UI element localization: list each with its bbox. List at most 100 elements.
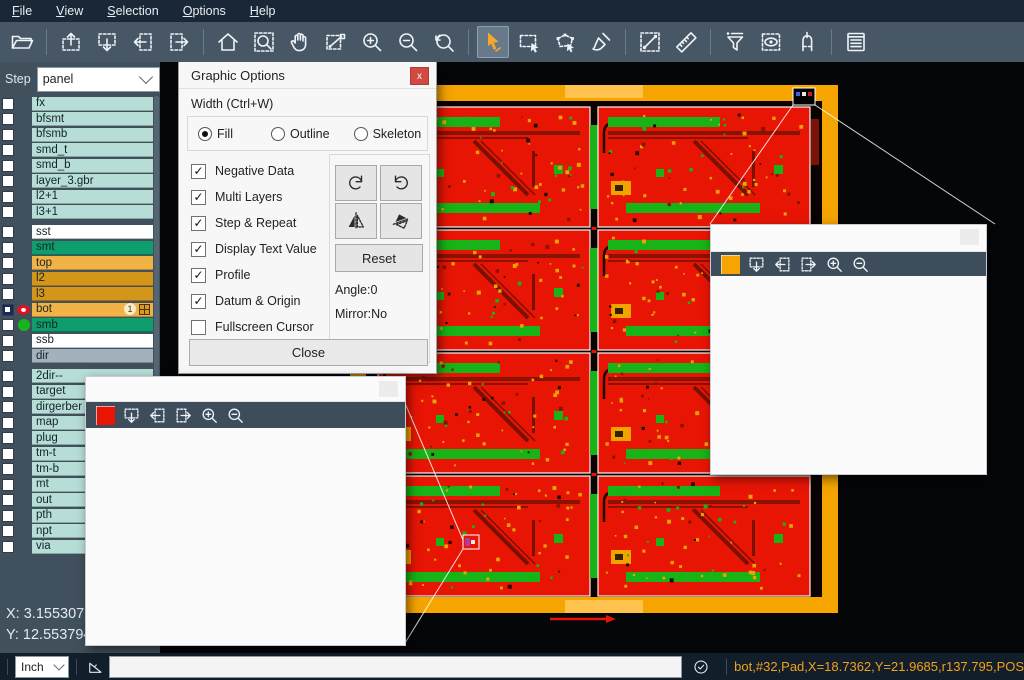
layer-checkbox[interactable] (2, 160, 14, 172)
radio-fill[interactable]: Fill (198, 127, 233, 141)
pan-right-button[interactable] (163, 26, 195, 58)
magnifier-title-bar[interactable] (711, 225, 986, 252)
layer-checkbox[interactable] (2, 525, 14, 537)
layer-row-fx[interactable]: fx (0, 96, 160, 112)
checkbox-box[interactable]: ✓ (191, 164, 206, 179)
layer-row-bot[interactable]: bot1 (0, 302, 160, 318)
layer-checkbox[interactable] (2, 335, 14, 347)
pan-up-button[interactable] (92, 404, 118, 426)
checkbox-negative-data[interactable]: ✓Negative Data (191, 158, 317, 184)
layer-checkbox[interactable] (2, 541, 14, 553)
layer-checkbox[interactable] (2, 226, 14, 238)
zoom-in-button[interactable] (196, 404, 222, 426)
layer-name-chip[interactable]: l2 (32, 272, 153, 286)
command-input[interactable] (109, 656, 682, 678)
layer-row-smb[interactable]: smb (0, 318, 160, 334)
home-button[interactable] (212, 26, 244, 58)
layer-row-smd_b[interactable]: smd_b (0, 158, 160, 174)
pan-left-button[interactable] (769, 253, 795, 275)
layer-row-smd_t[interactable]: smd_t (0, 143, 160, 159)
layer-checkbox[interactable] (2, 479, 14, 491)
pan-up-button[interactable] (717, 253, 743, 275)
layer-name-chip[interactable]: top (32, 256, 153, 270)
layer-name-chip[interactable]: ssb (32, 334, 153, 348)
apply-icon[interactable] (690, 656, 712, 678)
filter-funnel-button[interactable] (719, 26, 751, 58)
pan-down-button[interactable] (91, 26, 123, 58)
layer-checkbox[interactable] (2, 417, 14, 429)
checkbox-box[interactable]: ✓ (191, 242, 206, 257)
checkbox-fullscreen-cursor[interactable]: Fullscreen Cursor (191, 314, 317, 340)
radio-outline[interactable]: Outline (271, 127, 330, 141)
pan-left-button[interactable] (127, 26, 159, 58)
layer-name-chip[interactable]: bfsmb (32, 128, 153, 142)
angle-measure-icon[interactable] (84, 656, 106, 678)
checkbox-box[interactable]: ✓ (191, 190, 206, 205)
snap-magnet-button[interactable] (791, 26, 823, 58)
ruler-button[interactable] (670, 26, 702, 58)
checkbox-datum-origin[interactable]: ✓Datum & Origin (191, 288, 317, 314)
layer-row-l3+1[interactable]: l3+1 (0, 205, 160, 221)
layer-row-ssb[interactable]: ssb (0, 333, 160, 349)
layer-checkbox[interactable] (2, 386, 14, 398)
layer-checkbox[interactable] (2, 113, 14, 125)
layer-name-chip[interactable]: layer_3.gbr (32, 174, 153, 188)
select-polygon-button[interactable] (549, 26, 581, 58)
layer-name-chip[interactable]: smb (32, 318, 153, 332)
layer-row-dir[interactable]: dir (0, 349, 160, 365)
unit-select[interactable]: Inch (15, 656, 69, 678)
layer-checkbox[interactable] (2, 175, 14, 187)
window-menu-button[interactable] (379, 381, 398, 397)
layer-checkbox[interactable] (2, 129, 14, 141)
measure-distance-button[interactable] (634, 26, 666, 58)
zoom-out-button[interactable] (392, 26, 424, 58)
layer-checkbox[interactable] (2, 206, 14, 218)
radio-skeleton[interactable]: Skeleton (354, 127, 422, 141)
open-folder-button[interactable] (6, 26, 38, 58)
layer-checkbox[interactable] (2, 448, 14, 460)
layer-row-top[interactable]: top (0, 256, 160, 272)
select-arrow-button[interactable] (477, 26, 509, 58)
report-list-button[interactable] (840, 26, 872, 58)
magnifier-title-bar[interactable] (86, 377, 405, 402)
layer-name-chip[interactable]: smd_t (32, 143, 153, 157)
zoom-window-button[interactable] (248, 26, 280, 58)
layer-checkbox[interactable] (2, 463, 14, 475)
layer-name-chip[interactable]: fx (32, 97, 153, 111)
layer-name-chip[interactable]: l2+1 (32, 190, 153, 204)
step-select[interactable]: panel (37, 67, 160, 92)
layer-name-chip[interactable]: bot1 (32, 303, 153, 317)
layer-checkbox[interactable] (2, 304, 14, 316)
pan-down-button[interactable] (743, 253, 769, 275)
checkbox-multi-layers[interactable]: ✓Multi Layers (191, 184, 317, 210)
layer-checkbox[interactable] (2, 144, 14, 156)
zoom-in-button[interactable] (356, 26, 388, 58)
pan-hand-button[interactable] (284, 26, 316, 58)
select-rectangle-button[interactable] (513, 26, 545, 58)
checkbox-step-repeat[interactable]: ✓Step & Repeat (191, 210, 317, 236)
pan-down-button[interactable] (118, 404, 144, 426)
flip-horizontal-button[interactable] (335, 203, 377, 239)
layer-row-bfsmt[interactable]: bfsmt (0, 112, 160, 128)
magnifier-window-left[interactable] (85, 376, 406, 646)
magnified-pcb-view-right[interactable] (711, 276, 984, 473)
reset-button[interactable]: Reset (335, 244, 423, 272)
rotate-ccw-button[interactable] (380, 165, 422, 201)
layer-name-chip[interactable]: smt (32, 241, 153, 255)
zoom-in-button[interactable] (821, 253, 847, 275)
rotate-cw-button[interactable] (335, 165, 377, 201)
pan-left-button[interactable] (144, 404, 170, 426)
checkbox-box[interactable] (191, 320, 206, 335)
layer-row-layer_3.gbr[interactable]: layer_3.gbr (0, 174, 160, 190)
checkbox-box[interactable]: ✓ (191, 294, 206, 309)
window-menu-button[interactable] (960, 229, 979, 245)
view-area-button[interactable] (755, 26, 787, 58)
checkbox-box[interactable]: ✓ (191, 268, 206, 283)
layer-checkbox[interactable] (2, 494, 14, 506)
layer-checkbox[interactable] (2, 191, 14, 203)
layer-row-l3[interactable]: l3 (0, 287, 160, 303)
layer-row-bfsmb[interactable]: bfsmb (0, 127, 160, 143)
layer-name-chip[interactable]: sst (32, 225, 153, 239)
layer-row-sst[interactable]: sst (0, 225, 160, 241)
pan-right-button[interactable] (795, 253, 821, 275)
